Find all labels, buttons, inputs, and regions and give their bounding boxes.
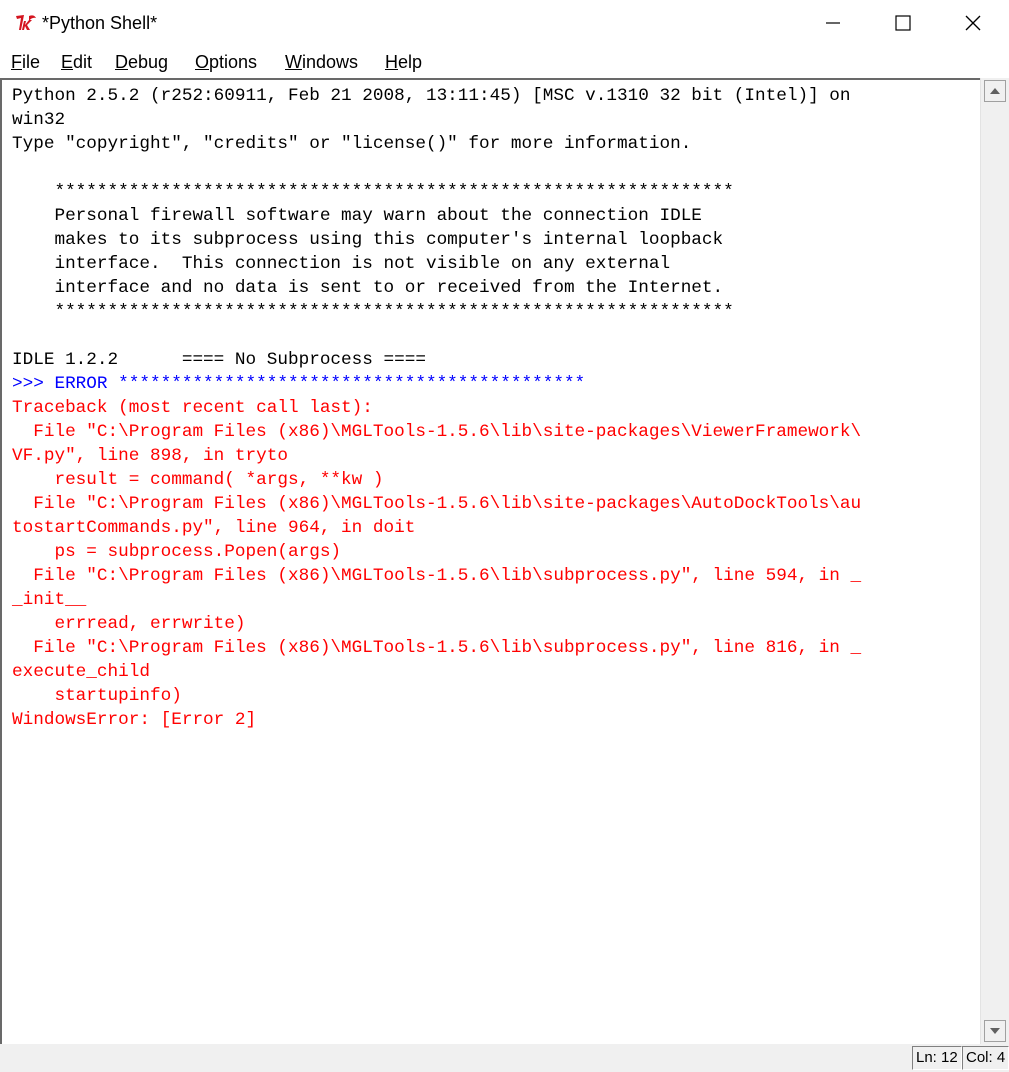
shell-line: Traceback (most recent call last):: [12, 398, 373, 418]
shell-line: _init__: [12, 590, 87, 610]
status-line-number: Ln: 12: [912, 1046, 962, 1070]
shell-line: interface and no data is sent to or rece…: [12, 278, 724, 298]
shell-line: Python 2.5.2 (r252:60911, Feb 21 2008, 1…: [12, 86, 851, 106]
minimize-button[interactable]: [798, 0, 868, 46]
scroll-up-button[interactable]: [984, 80, 1006, 102]
title-bar[interactable]: *Python Shell*: [0, 0, 1009, 46]
shell-line: win32: [12, 110, 66, 130]
status-column-number: Col: 4: [962, 1046, 1009, 1070]
menu-file[interactable]: File: [11, 50, 40, 74]
shell-line: startupinfo): [12, 686, 182, 706]
menu-bar: File Edit Debug Options Windows Help: [0, 46, 1009, 78]
shell-line: IDLE 1.2.2 ==== No Subprocess ====: [12, 350, 426, 370]
shell-line: Personal firewall software may warn abou…: [12, 206, 702, 226]
shell-output: Python 2.5.2 (r252:60911, Feb 21 2008, 1…: [12, 84, 861, 732]
close-button[interactable]: [938, 0, 1008, 46]
shell-line: ps = subprocess.Popen(args): [12, 542, 342, 562]
scroll-down-button[interactable]: [984, 1020, 1006, 1042]
shell-line: File "C:\Program Files (x86)\MGLTools-1.…: [12, 494, 862, 514]
tk-feather-icon: [16, 15, 36, 30]
shell-line: File "C:\Program Files (x86)\MGLTools-1.…: [12, 638, 862, 658]
shell-line: File "C:\Program Files (x86)\MGLTools-1.…: [12, 422, 862, 442]
scroll-down-arrow-icon: [990, 1028, 1000, 1034]
shell-line: VF.py", line 898, in tryto: [12, 446, 288, 466]
status-bar: Ln: 12 Col: 4: [0, 1044, 1009, 1072]
menu-windows[interactable]: Windows: [285, 50, 358, 74]
minimize-icon: [826, 22, 840, 24]
shell-line: execute_child: [12, 662, 150, 682]
close-icon: [965, 15, 981, 31]
shell-line: makes to its subprocess using this compu…: [12, 230, 724, 250]
menu-edit[interactable]: Edit: [61, 50, 92, 74]
menu-debug[interactable]: Debug: [115, 50, 168, 74]
shell-line: Type "copyright", "credits" or "license(…: [12, 134, 692, 154]
shell-line: errread, errwrite): [12, 614, 246, 634]
menu-options[interactable]: Options: [195, 50, 257, 74]
menu-help[interactable]: Help: [385, 50, 422, 74]
shell-line: ****************************************…: [12, 182, 734, 202]
maximize-icon: [895, 15, 911, 31]
shell-text-area[interactable]: Python 2.5.2 (r252:60911, Feb 21 2008, 1…: [0, 78, 980, 1044]
vertical-scrollbar[interactable]: [980, 78, 1009, 1044]
shell-line: ****************************************…: [12, 302, 734, 322]
shell-line: >>> ERROR ******************************…: [12, 374, 586, 394]
scroll-up-arrow-icon: [990, 88, 1000, 94]
shell-line: interface. This connection is not visibl…: [12, 254, 671, 274]
maximize-button[interactable]: [868, 0, 938, 46]
shell-line: tostartCommands.py", line 964, in doit: [12, 518, 416, 538]
shell-line: result = command( *args, **kw ): [12, 470, 384, 490]
window-title: *Python Shell*: [42, 13, 158, 33]
shell-line: WindowsError: [Error 2]: [12, 710, 257, 730]
shell-line: File "C:\Program Files (x86)\MGLTools-1.…: [12, 566, 862, 586]
